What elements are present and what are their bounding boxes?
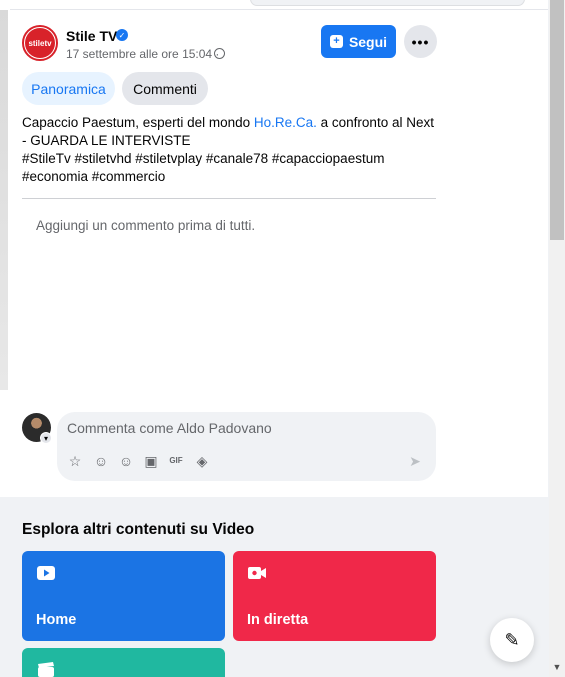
tile-home[interactable]: Home: [22, 551, 225, 641]
post-text-start: Capaccio Paestum, esperti del mondo: [22, 115, 254, 130]
tile-live[interactable]: In diretta: [233, 551, 436, 641]
emoji-icon[interactable]: ☺: [118, 453, 134, 469]
tile-home-label: Home: [36, 612, 77, 628]
cool-face-icon[interactable]: ☺: [93, 453, 109, 469]
gif-icon[interactable]: GIF: [168, 453, 184, 469]
page-avatar[interactable]: stiletv: [22, 25, 58, 61]
tile-live-label: In diretta: [247, 612, 309, 628]
more-options-button[interactable]: •••: [404, 25, 437, 58]
comments-divider: [22, 198, 436, 199]
camera-icon[interactable]: ▣: [143, 453, 159, 469]
live-camera-icon: [248, 567, 266, 579]
send-icon[interactable]: ➤: [407, 453, 423, 469]
video-edge: [0, 10, 8, 390]
verified-badge-icon: ✓: [116, 29, 128, 41]
comment-composer: ☆ ☺ ☺ ▣ GIF ◈ ➤: [57, 412, 436, 481]
tile-reels[interactable]: [22, 648, 225, 677]
sticker-icon[interactable]: ◈: [194, 453, 210, 469]
tab-overview[interactable]: Panoramica: [22, 72, 115, 105]
comment-input[interactable]: [67, 420, 397, 436]
follow-button[interactable]: + Segui: [321, 25, 396, 58]
globe-icon: [214, 48, 225, 59]
post-timestamp[interactable]: 17 settembre alle ore 15:04 ·: [66, 47, 219, 61]
new-message-button[interactable]: ✎: [490, 618, 534, 662]
scrollbar[interactable]: ▼: [549, 0, 565, 677]
top-search-field[interactable]: [250, 0, 525, 6]
scroll-down-arrow-icon[interactable]: ▼: [552, 662, 562, 672]
page-avatar-logo: stiletv: [25, 28, 55, 58]
follow-label: Segui: [348, 33, 388, 50]
empty-comments-message: Aggiungi un commento prima di tutti.: [36, 218, 256, 233]
post-hashtags[interactable]: #StileTv #stiletvhd #stiletvplay #canale…: [22, 150, 442, 186]
avatar-sticker-icon[interactable]: ☆: [67, 453, 83, 469]
follow-plus-icon: +: [329, 35, 343, 48]
scrollbar-thumb[interactable]: [550, 0, 564, 240]
post-panel: stiletv Stile TV ✓ 17 settembre alle ore…: [0, 0, 548, 497]
compose-icon: ✎: [504, 629, 520, 650]
post-link[interactable]: Ho.Re.Ca.: [254, 115, 317, 130]
clapperboard-icon: [38, 662, 54, 677]
video-play-icon: [37, 566, 55, 580]
explore-title: Esplora altri contenuti su Video: [22, 521, 255, 538]
post-body: Capaccio Paestum, esperti del mondo Ho.R…: [22, 114, 442, 150]
chevron-down-icon[interactable]: ▾: [40, 432, 52, 444]
page-name[interactable]: Stile TV: [66, 28, 117, 44]
tab-comments[interactable]: Commenti: [122, 72, 208, 105]
